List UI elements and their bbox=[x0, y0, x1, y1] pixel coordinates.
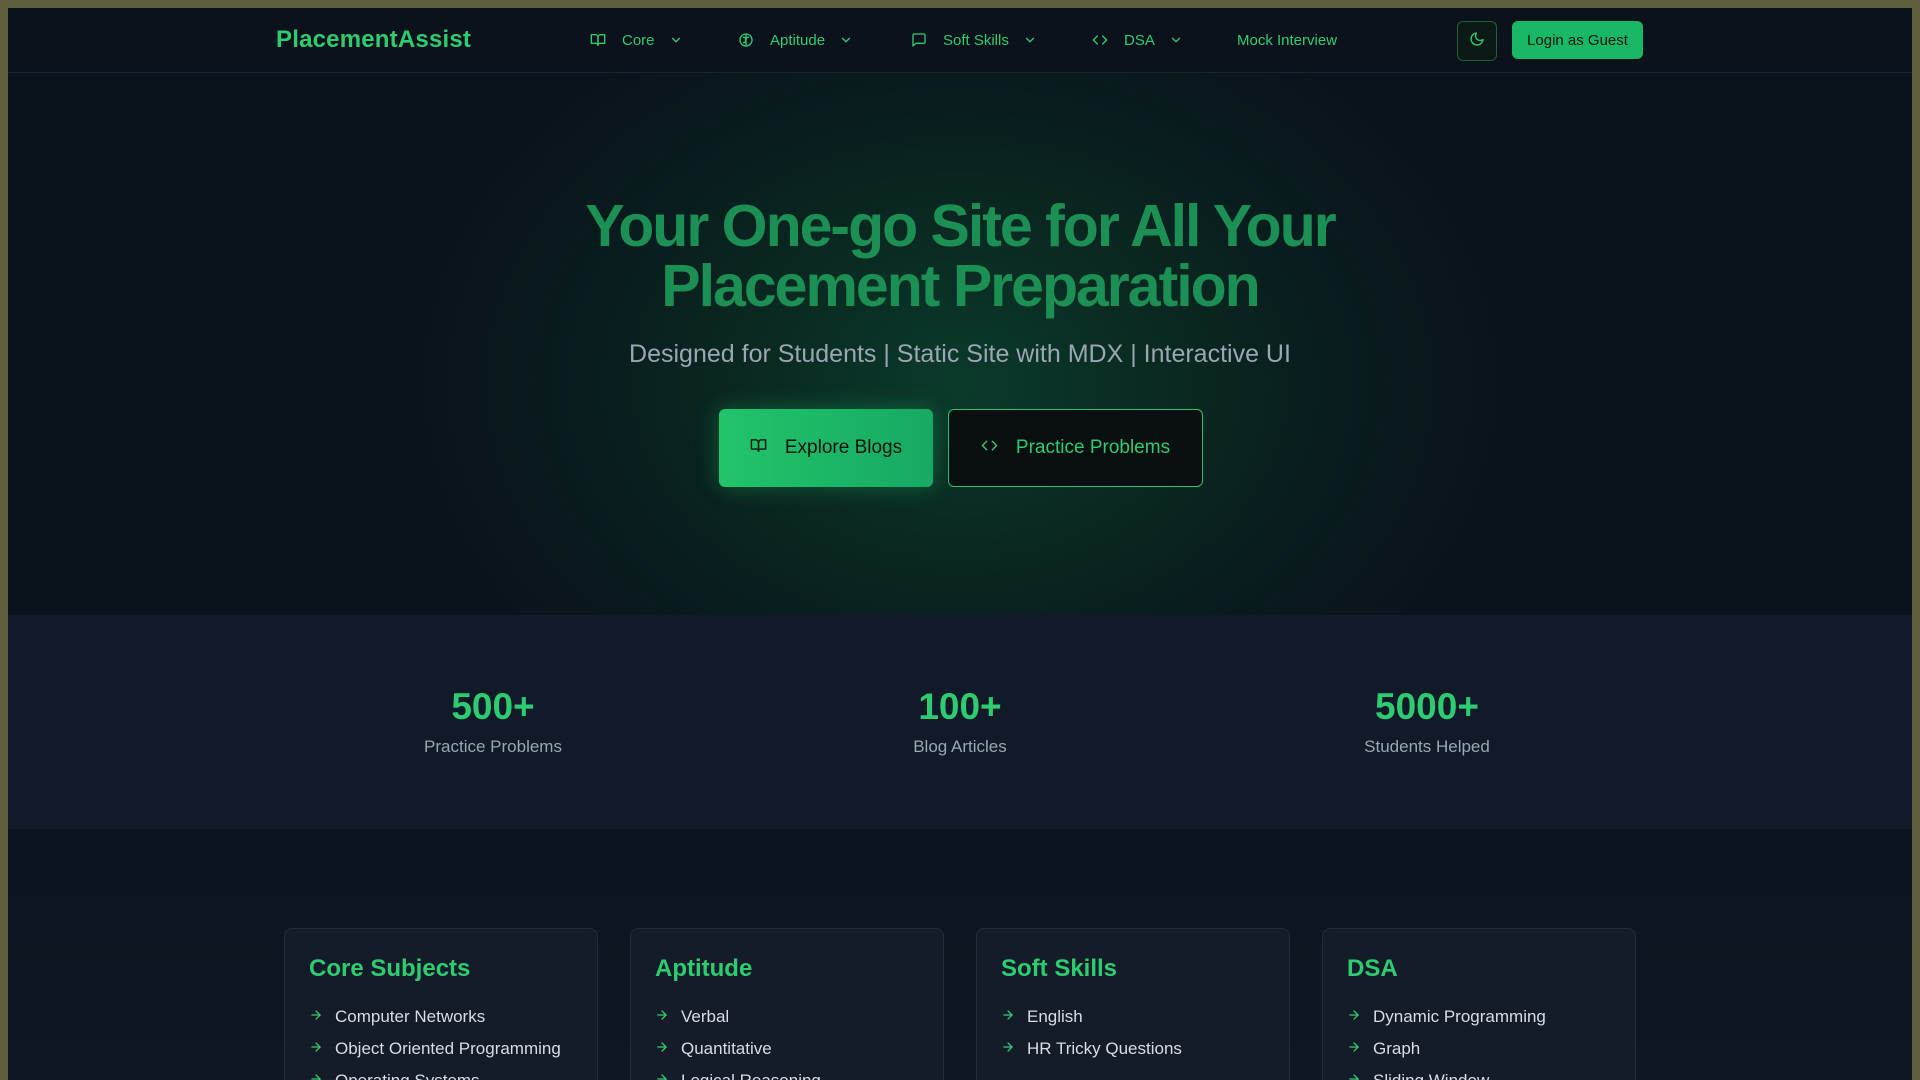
card-core-subjects: Core Subjects Computer Networks Object O… bbox=[284, 928, 598, 1080]
stat-value: 5000+ bbox=[1375, 686, 1479, 727]
arrow-right-icon bbox=[655, 1039, 669, 1059]
list-item-label: Object Oriented Programming bbox=[335, 1039, 561, 1058]
list-item[interactable]: Computer Networks bbox=[309, 1001, 561, 1033]
explore-blogs-button[interactable]: Explore Blogs bbox=[719, 409, 933, 487]
brain-icon bbox=[738, 32, 754, 48]
nav-item-aptitude[interactable]: Aptitude bbox=[738, 8, 853, 72]
card-link-list: Computer Networks Object Oriented Progra… bbox=[309, 1001, 561, 1080]
nav-item-label: Core bbox=[622, 31, 655, 49]
stat-label: Practice Problems bbox=[424, 737, 562, 756]
hero-subtitle: Designed for Students | Static Site with… bbox=[629, 340, 1291, 368]
stat-label: Students Helped bbox=[1364, 737, 1490, 756]
card-aptitude: Aptitude Verbal Quantitative Logical Rea… bbox=[630, 928, 944, 1080]
list-item[interactable]: Logical Reasoning bbox=[655, 1065, 821, 1080]
list-item[interactable]: Object Oriented Programming bbox=[309, 1033, 561, 1065]
list-item[interactable]: Sliding Window bbox=[1347, 1065, 1546, 1080]
list-item-label: Graph bbox=[1373, 1039, 1421, 1058]
arrow-right-icon bbox=[655, 1007, 669, 1027]
login-as-guest-button[interactable]: Login as Guest bbox=[1512, 21, 1643, 59]
nav-item-dsa[interactable]: DSA bbox=[1092, 8, 1183, 72]
top-navbar: PlacementAssist Core Aptitude Soft Skill… bbox=[8, 8, 1912, 73]
list-item[interactable]: English bbox=[1001, 1001, 1182, 1033]
list-item[interactable]: Dynamic Programming bbox=[1347, 1001, 1546, 1033]
card-link-list: Verbal Quantitative Logical Reasoning bbox=[655, 1001, 821, 1080]
nav-item-mock-interview[interactable]: Mock Interview bbox=[1237, 8, 1337, 72]
arrow-right-icon bbox=[309, 1039, 323, 1059]
stat-label: Blog Articles bbox=[913, 737, 1007, 756]
list-item-label: Quantitative bbox=[681, 1039, 772, 1058]
list-item[interactable]: Quantitative bbox=[655, 1033, 821, 1065]
list-item-label: Operating Systems bbox=[335, 1071, 480, 1080]
list-item-label: Verbal bbox=[681, 1007, 730, 1026]
code-icon bbox=[1092, 32, 1108, 48]
card-title[interactable]: Core Subjects bbox=[309, 955, 470, 983]
topics-section: Core Subjects Computer Networks Object O… bbox=[8, 829, 1912, 1080]
card-dsa: DSA Dynamic Programming Graph Sliding Wi… bbox=[1322, 928, 1636, 1080]
stat-value: 500+ bbox=[451, 686, 535, 727]
card-title[interactable]: Aptitude bbox=[655, 955, 752, 983]
brand-logo[interactable]: PlacementAssist bbox=[276, 26, 471, 54]
hero-section: Your One-go Site for All Your Placement … bbox=[8, 73, 1912, 615]
list-item-label: Dynamic Programming bbox=[1373, 1007, 1546, 1026]
moon-icon bbox=[1469, 31, 1485, 52]
message-square-icon bbox=[911, 32, 927, 48]
list-item-label: Sliding Window bbox=[1373, 1071, 1489, 1080]
arrow-right-icon bbox=[1001, 1007, 1015, 1027]
nav-item-label: DSA bbox=[1124, 31, 1155, 49]
list-item-label: Logical Reasoning bbox=[681, 1071, 821, 1080]
list-item-label: English bbox=[1027, 1007, 1083, 1026]
card-title[interactable]: DSA bbox=[1347, 955, 1398, 983]
chevron-down-icon bbox=[1023, 33, 1037, 47]
card-title[interactable]: Soft Skills bbox=[1001, 955, 1117, 983]
card-link-list: Dynamic Programming Graph Sliding Window bbox=[1347, 1001, 1546, 1080]
stat-value: 100+ bbox=[918, 686, 1002, 727]
arrow-right-icon bbox=[1347, 1039, 1361, 1059]
practice-problems-label: Practice Problems bbox=[1015, 437, 1171, 458]
hero-title-line-1: Your One-go Site for All Your bbox=[585, 193, 1336, 259]
chevron-down-icon bbox=[839, 33, 853, 47]
list-item[interactable]: HR Tricky Questions bbox=[1001, 1033, 1182, 1065]
list-item[interactable]: Verbal bbox=[655, 1001, 821, 1033]
nav-item-label: Soft Skills bbox=[943, 31, 1009, 49]
explore-blogs-label: Explore Blogs bbox=[784, 437, 903, 458]
chevron-down-icon bbox=[669, 33, 683, 47]
hero-title: Your One-go Site for All Your Placement … bbox=[8, 196, 1912, 316]
chevron-down-icon bbox=[1169, 33, 1183, 47]
arrow-right-icon bbox=[309, 1071, 323, 1080]
nav-item-soft-skills[interactable]: Soft Skills bbox=[911, 8, 1037, 72]
nav-item-core[interactable]: Core bbox=[590, 8, 683, 72]
list-item-label: HR Tricky Questions bbox=[1027, 1039, 1182, 1058]
hero-title-line-2: Placement Preparation bbox=[661, 253, 1260, 319]
code-icon bbox=[981, 437, 998, 460]
practice-problems-button[interactable]: Practice Problems bbox=[948, 409, 1203, 487]
arrow-right-icon bbox=[655, 1071, 669, 1080]
card-soft-skills: Soft Skills English HR Tricky Questions bbox=[976, 928, 1290, 1080]
list-item-label: Computer Networks bbox=[335, 1007, 486, 1026]
browser-viewport: PlacementAssist Core Aptitude Soft Skill… bbox=[8, 8, 1912, 1080]
arrow-right-icon bbox=[309, 1007, 323, 1027]
stats-section: 500+ Practice Problems 100+ Blog Article… bbox=[8, 615, 1912, 829]
nav-item-label: Aptitude bbox=[770, 31, 826, 49]
list-item[interactable]: Operating Systems bbox=[309, 1065, 561, 1080]
arrow-right-icon bbox=[1001, 1039, 1015, 1059]
card-link-list: English HR Tricky Questions bbox=[1001, 1001, 1182, 1065]
book-open-icon bbox=[590, 32, 606, 48]
list-item[interactable]: Graph bbox=[1347, 1033, 1546, 1065]
theme-toggle-button[interactable] bbox=[1457, 21, 1497, 61]
book-open-icon bbox=[750, 437, 767, 460]
arrow-right-icon bbox=[1347, 1071, 1361, 1080]
arrow-right-icon bbox=[1347, 1007, 1361, 1027]
